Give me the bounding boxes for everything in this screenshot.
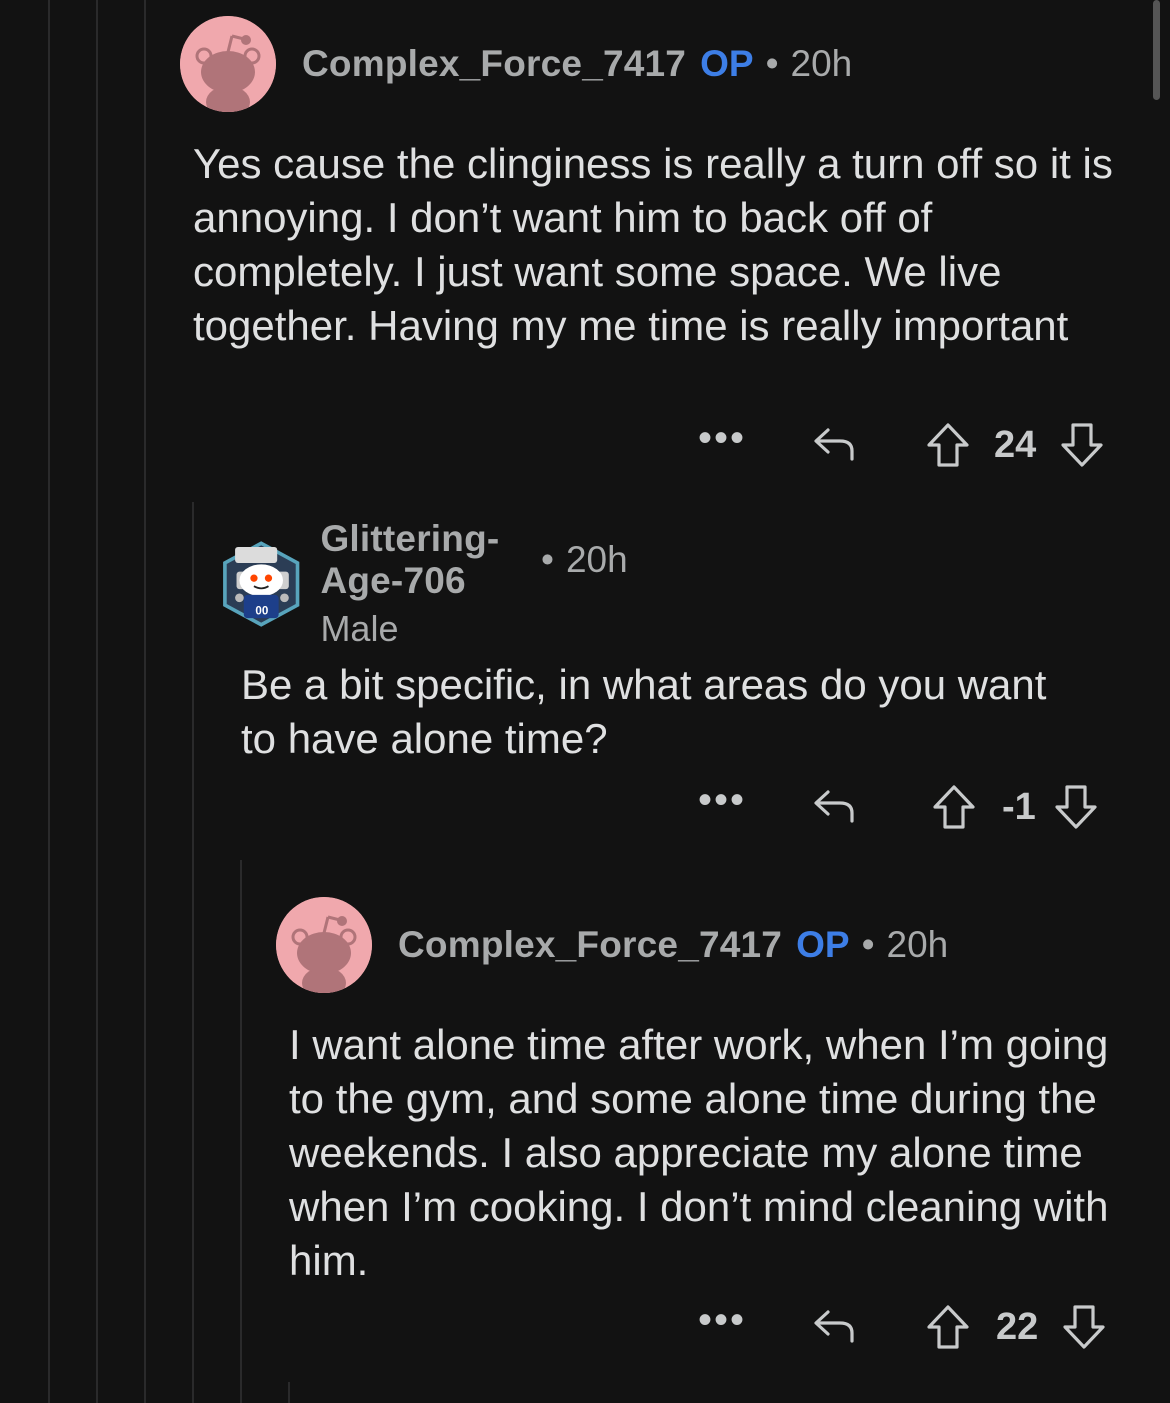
separator: • — [540, 539, 554, 580]
upvote-icon[interactable] — [926, 1304, 970, 1350]
thread-line[interactable] — [96, 0, 98, 1403]
user-flair: Male — [320, 608, 399, 649]
more-options-button[interactable]: ••• — [698, 780, 746, 820]
reply-icon[interactable] — [812, 1307, 856, 1347]
timestamp: 20h — [790, 43, 853, 84]
separator: • — [861, 924, 875, 965]
op-badge: OP — [796, 924, 850, 965]
thread-line[interactable] — [288, 1382, 290, 1403]
username[interactable]: Complex_Force_7417 — [398, 924, 782, 966]
reply-icon[interactable] — [812, 787, 856, 827]
avatar[interactable] — [180, 16, 276, 112]
separator: • — [765, 43, 779, 84]
timestamp: 20h — [565, 539, 628, 580]
downvote-icon[interactable] — [1060, 422, 1104, 468]
upvote-icon[interactable] — [932, 784, 976, 830]
svg-text:00: 00 — [255, 605, 268, 618]
more-options-button[interactable]: ••• — [698, 1300, 746, 1340]
op-badge: OP — [700, 43, 754, 84]
reply-icon[interactable] — [812, 425, 856, 465]
username[interactable]: Glittering-Age-706 — [320, 518, 529, 602]
comment-text: Be a bit specific, in what areas do you … — [241, 661, 1047, 762]
snoo-avatar-icon[interactable]: 00 — [222, 525, 300, 643]
thread-line[interactable] — [48, 0, 50, 1403]
snoo-avatar-icon — [180, 16, 276, 112]
vote-score: 22 — [996, 1305, 1039, 1348]
avatar[interactable] — [276, 897, 372, 993]
username[interactable]: Complex_Force_7417 — [302, 43, 686, 85]
thread-line[interactable] — [144, 0, 146, 1403]
downvote-icon[interactable] — [1054, 784, 1098, 830]
downvote-icon[interactable] — [1062, 1304, 1106, 1350]
snoo-avatar-icon — [276, 897, 372, 993]
thread-line[interactable] — [240, 860, 242, 1403]
timestamp: 20h — [886, 924, 949, 965]
vote-score: -1 — [1002, 785, 1036, 828]
thread-line[interactable] — [192, 502, 194, 1403]
scrollbar[interactable] — [1153, 0, 1160, 100]
comment-text: I want alone time after work, when I’m g… — [289, 1021, 1109, 1284]
upvote-icon[interactable] — [926, 422, 970, 468]
vote-score: 24 — [994, 423, 1037, 466]
more-options-button[interactable]: ••• — [698, 418, 746, 458]
comment-text: Yes cause the clinginess is really a tur… — [193, 140, 1113, 349]
